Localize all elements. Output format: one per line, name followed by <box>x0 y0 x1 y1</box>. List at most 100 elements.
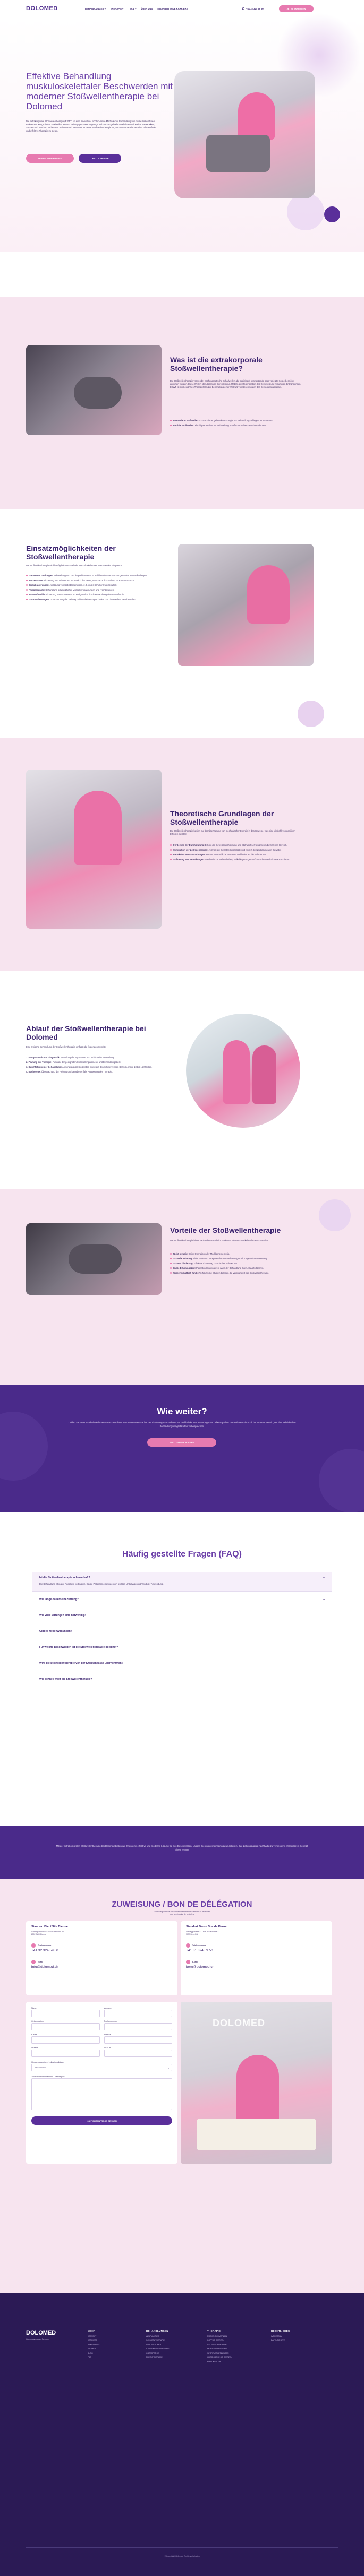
benefits-section: Vorteile der Stoßwellentherapie Die Stoß… <box>0 1189 364 1385</box>
theory-section: Theoretische Grundlagen der Stoßwellenth… <box>0 738 364 971</box>
faq-item-open[interactable]: Ist die Stoßwellentherapie schmerzhaft? … <box>32 1572 332 1592</box>
form-label-birthdate: Geburtsdatum <box>31 2020 44 2022</box>
remarks-textarea[interactable] <box>31 2078 172 2110</box>
faq-item[interactable]: Gibt es Nebenwirkungen? + <box>32 1623 332 1639</box>
brand-logo[interactable]: DOLOMED <box>26 5 58 12</box>
header-phone[interactable]: ✆ +41 32 324 59 50 <box>242 7 264 11</box>
footer-link[interactable]: STOSSWELLENTHERAPIE <box>146 2348 205 2350</box>
faq-item[interactable]: Wird die Stoßwellentherapie von der Kran… <box>32 1655 332 1671</box>
footer-link[interactable]: KARRIERE <box>88 2339 141 2341</box>
nav-item-behandlungen[interactable]: BEHANDLUNGEN ▾ <box>85 7 106 10</box>
footer-link[interactable]: ANMELDUNG <box>88 2344 141 2346</box>
zip-city-field[interactable] <box>104 2050 172 2057</box>
faq-list: Ist die Stoßwellentherapie schmerzhaft? … <box>32 1572 332 1687</box>
footer-link[interactable]: RÜCKENSCHMERZEN <box>207 2335 266 2337</box>
footer-link[interactable]: OSTEOPATHIE <box>146 2352 205 2354</box>
form-label-zip: PLZ/Ort <box>104 2047 111 2049</box>
footer-divider <box>26 2547 338 2548</box>
location-email[interactable]: bern@dolomed.ch <box>186 1965 327 1969</box>
form-label-indication: Klinische Angaben / Indication clinique <box>31 2061 64 2063</box>
hero-call-button[interactable]: JETZT ANRUFEN <box>79 154 121 163</box>
address-field[interactable] <box>104 2036 172 2044</box>
faq-section: Häufig gestellte Fragen (FAQ) Ist die St… <box>0 1512 364 1773</box>
firstname-field[interactable] <box>104 2010 172 2017</box>
contact-photo-wall-logo: DOLOMED <box>213 2018 265 2028</box>
location-address: Aarbergstrasse 107 / Route de Berne 82 2… <box>31 1931 64 1935</box>
footer-link[interactable]: SCHMERZTHERAPIE <box>146 2339 205 2341</box>
footer-link[interactable]: INFILTRATIONEN <box>146 2344 205 2346</box>
nav-item-ueber-uns[interactable]: ÜBER UNS <box>141 7 153 10</box>
footer-link[interactable]: KOPFSCHMERZEN <box>207 2339 266 2341</box>
closing-banner-text: Mit der extrakorporalen Stoßwellentherap… <box>56 1845 308 1851</box>
location-phone[interactable]: +41 32 324 59 50 <box>31 1949 172 1952</box>
next-deco-circle-right <box>319 1449 364 1512</box>
faq-item[interactable]: Für welche Beschwerden ist die Stoßwelle… <box>32 1639 332 1655</box>
footer-link[interactable]: GELENKSCHMERZEN <box>207 2344 266 2346</box>
footer-link[interactable]: FIBROMYALGIE <box>207 2361 266 2363</box>
nav-item-therapie[interactable]: THERAPIE ▾ <box>111 7 123 10</box>
location-name: Standort Bern / Site de Berne <box>186 1925 227 1929</box>
process-photo-figure-1 <box>223 1040 250 1104</box>
contact-photo-desk <box>197 2119 316 2150</box>
mail-icon <box>186 1960 190 1964</box>
next-book-button[interactable]: JETZT TERMIN BUCHEN <box>147 1438 216 1447</box>
submit-button[interactable]: KONTAKTANFRAGE SENDEN <box>31 2116 172 2125</box>
footer-link[interactable]: PHYSIOTHERAPIE <box>146 2356 205 2358</box>
footer-link[interactable]: BLOG <box>88 2352 141 2354</box>
faq-item[interactable]: Wie viele Sitzungen sind notwendig? + <box>32 1607 332 1623</box>
footer-link[interactable]: SPORTVERLETZUNGEN <box>207 2352 266 2354</box>
footer-link[interactable]: KONTAKT <box>88 2335 141 2337</box>
footer-link[interactable]: FAQ <box>88 2356 141 2358</box>
hero-photo-figure <box>238 92 275 140</box>
faq-item[interactable]: Wie lange dauert eine Sitzung? + <box>32 1592 332 1607</box>
footer-link[interactable]: STUDIEN <box>88 2348 141 2350</box>
contact-title: ZUWEISUNG / BON DE DÉLÉGATION <box>112 1900 252 1909</box>
faq-item[interactable]: Wie schnell wirkt die Stoßwellentherapie… <box>32 1671 332 1687</box>
phone-icon <box>186 1943 190 1948</box>
form-label-email: E-Mail <box>31 2034 37 2036</box>
plus-icon: + <box>323 1677 325 1681</box>
nav-item-team[interactable]: TEAM ▾ <box>128 7 136 10</box>
location-phone[interactable]: +41 31 324 59 50 <box>186 1949 327 1952</box>
footer-col-rechtliches: RECHTLICHES IMPRESSUM DATENSCHUTZ <box>271 2330 324 2344</box>
phone-field[interactable] <box>104 2023 172 2030</box>
indication-select[interactable]: Bitte wählen ▾ <box>31 2064 172 2071</box>
process-photo <box>186 1014 300 1128</box>
footer-brand[interactable]: DOLOMED <box>26 2330 56 2336</box>
footer-link[interactable]: NERVENSCHMERZEN <box>207 2348 266 2350</box>
hero-appointment-button[interactable]: TERMIN VEREINBAREN <box>26 154 74 163</box>
footer-link[interactable]: DATENSCHUTZ <box>271 2339 324 2341</box>
what-title: Was ist die extrakorporale Stoßwellenthe… <box>170 356 263 373</box>
footer-col-mehr: MEHR KONTAKT KARRIERE ANMELDUNG STUDIEN … <box>88 2330 141 2361</box>
header-cta-button[interactable]: JETZT ANFRAGEN <box>279 5 314 12</box>
indication-select-value: Bitte wählen <box>35 2067 46 2069</box>
footer-copyright: © Copyright 2024 – Alle Rechte vorbehalt… <box>164 2555 200 2557</box>
footer-col-therapie: THERAPIE RÜCKENSCHMERZEN KOPFSCHMERZEN G… <box>207 2330 266 2365</box>
next-section: Wie weiter? Leiden Sie unter muskuloskel… <box>0 1385 364 1512</box>
next-title: Wie weiter? <box>157 1406 207 1416</box>
list-item: Plantarfasziitis: Linderung von Schmerze… <box>26 593 154 597</box>
nav-item-karriere[interactable]: MITARBEITENDE KARRIERE <box>157 7 188 10</box>
footer-link[interactable]: AKUPUNKTUR <box>146 2335 205 2337</box>
footer-link[interactable]: IMPRESSUM <box>271 2335 324 2337</box>
what-photo <box>26 345 162 435</box>
email-field[interactable] <box>31 2036 100 2044</box>
street-field[interactable] <box>31 2050 100 2057</box>
footer-col-title: BEHANDLUNGEN <box>146 2330 168 2332</box>
process-photo-figure-2 <box>252 1045 276 1104</box>
footer-col-title: MEHR <box>88 2330 96 2332</box>
footer-link[interactable]: CHRONISCHE SCHMERZEN <box>207 2356 266 2358</box>
contact-subtitle: Zuweisungsformular für Schmerzmedizinisc… <box>154 1911 210 1915</box>
phone-icon: ✆ <box>242 7 245 11</box>
form-label-address: Adresse <box>104 2034 111 2036</box>
name-field[interactable] <box>31 2010 100 2017</box>
next-text: Leiden Sie unter muskuloskelettalen Besc… <box>68 1421 296 1428</box>
chevron-up-icon: − <box>323 1576 325 1579</box>
theory-photo-figure <box>74 791 122 865</box>
location-email[interactable]: info@dolomed.ch <box>31 1965 172 1969</box>
phone-label: Telefonnummer <box>192 1944 206 1947</box>
list-item: Fersensporn: Linderung von Schmerzen im … <box>26 579 154 582</box>
faq-question: Ist die Stoßwellentherapie schmerzhaft? <box>39 1576 90 1579</box>
location-card-bern: Standort Bern / Site de Berne Waldeggstr… <box>181 1921 332 1995</box>
birthdate-field[interactable] <box>31 2023 100 2030</box>
